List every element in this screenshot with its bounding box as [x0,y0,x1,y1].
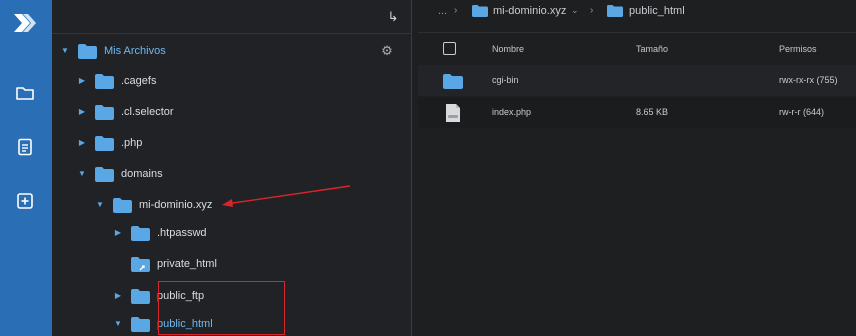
tree-item-private-html[interactable]: private_html [113,253,217,275]
column-header-name[interactable]: Nombre [492,44,524,54]
caret-right-icon[interactable]: ▶ [113,291,123,301]
folder-icon [95,135,114,151]
chevron-down-icon[interactable]: ⌄ [571,5,579,16]
annotation-arrow [222,185,351,207]
tree-toolbar: ↳ [52,0,412,34]
folder-link-icon [131,256,150,272]
folder-icon [607,5,623,17]
folder-icon [95,166,114,182]
caret-down-icon[interactable]: ▼ [60,46,70,56]
tree-label: private_html [157,258,217,270]
caret-right-icon[interactable]: ▶ [77,138,87,148]
breadcrumb-item[interactable]: public_html [629,5,685,17]
file-name: index.php [492,107,532,117]
folder-icon [95,73,114,89]
folder-icon [131,288,150,304]
tree-label: .cagefs [121,75,157,87]
add-box-icon[interactable] [15,191,35,211]
caret-down-icon[interactable]: ▼ [77,169,87,179]
tree-label: .cl.selector [121,106,174,118]
tree-item-domains[interactable]: ▼ domains [77,163,163,185]
file-list-panel: ... › mi-dominio.xyz ⌄ › public_html Nom… [413,0,856,336]
tree-label: .php [121,137,143,149]
settings-gear-icon[interactable]: ⚙ [380,44,394,58]
table-row[interactable]: cgi-bin rwx-rx-rx (755) [418,65,856,96]
caret-down-icon[interactable]: ▼ [113,319,123,329]
column-header-size[interactable]: Tamaño [636,44,668,54]
column-header-permissions[interactable]: Permisos [779,44,817,54]
breadcrumb-ellipsis[interactable]: ... [438,5,447,17]
tree-item-php[interactable]: ▶ .php [77,132,142,154]
logo-icon[interactable] [11,10,37,36]
tree-label: Mis Archivos [104,45,166,57]
table-header: Nombre Tamaño Permisos [418,32,856,63]
document-icon[interactable] [15,137,35,157]
breadcrumb-item[interactable]: mi-dominio.xyz [493,5,566,17]
caret-right-icon[interactable]: ▶ [113,228,123,238]
tree-item-htpasswd[interactable]: ▶ .htpasswd [113,222,207,244]
folder-icon [95,104,114,120]
tree-label: .htpasswd [157,227,207,239]
annotation-highlight-box [158,281,285,335]
file-size: 8.65 KB [636,107,669,117]
tree-item-mi-dominio[interactable]: ▼ mi-dominio.xyz [95,194,212,216]
php-file-icon [446,104,460,122]
tree-root-mis-archivos[interactable]: ▼ Mis Archivos [60,40,166,62]
file-manager-window: ↳ ▼ Mis Archivos ⚙ ▶ .cagefs ▶ .cl.selec… [0,0,856,336]
collapse-arrow-icon[interactable]: ↳ [384,8,402,26]
breadcrumb: ... › mi-dominio.xyz ⌄ › public_html [413,0,856,24]
folder-icon[interactable] [15,83,35,103]
folder-icon [443,74,463,89]
chevron-right-icon: › [454,5,458,16]
folder-icon [472,5,488,17]
folder-tree-panel: ↳ ▼ Mis Archivos ⚙ ▶ .cagefs ▶ .cl.selec… [52,0,412,336]
folder-icon [113,197,132,213]
folder-icon [131,316,150,332]
chevron-right-icon: › [590,5,594,16]
table-row[interactable]: index.php 8.65 KB rw-r-r (644) [418,97,856,128]
select-all-checkbox[interactable] [443,42,456,55]
tree-item-cagefs[interactable]: ▶ .cagefs [77,70,156,92]
folder-icon [131,225,150,241]
file-name: cgi-bin [492,75,519,85]
side-rail [0,0,52,336]
caret-right-icon[interactable]: ▶ [77,76,87,86]
caret-down-icon[interactable]: ▼ [95,200,105,210]
caret-right-icon[interactable]: ▶ [77,107,87,117]
file-permissions: rwx-rx-rx (755) [779,75,838,85]
tree-label: domains [121,168,163,180]
folder-icon [78,43,97,59]
tree-item-cl-selector[interactable]: ▶ .cl.selector [77,101,174,123]
file-permissions: rw-r-r (644) [779,107,824,117]
